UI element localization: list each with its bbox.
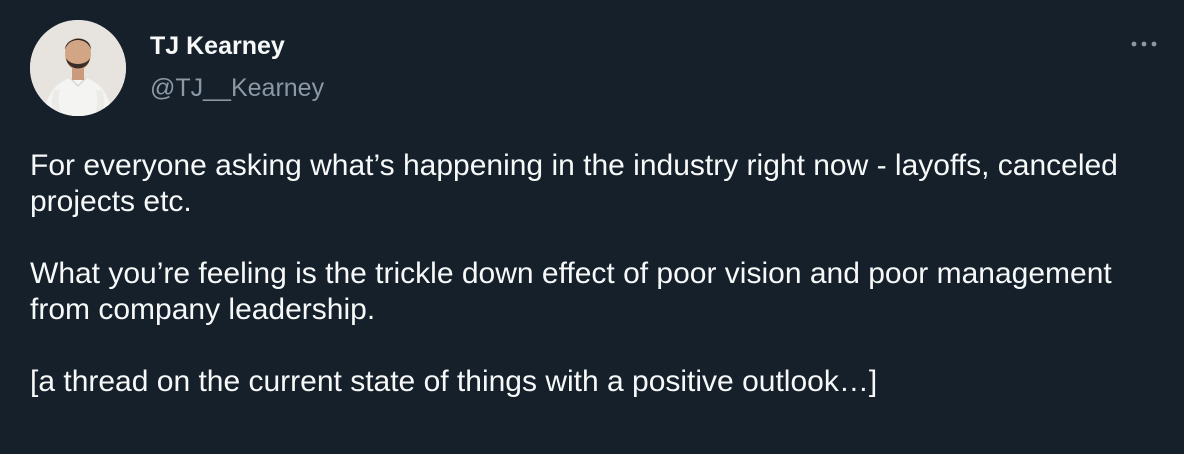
tweet-text: For everyone asking what’s happening in … [30,148,1160,400]
avatar-image [30,20,126,116]
author-display-name[interactable]: TJ Kearney [150,30,324,62]
tweet-paragraph-1: For everyone asking what’s happening in … [30,149,1118,218]
more-options-button[interactable] [1124,32,1164,56]
avatar[interactable] [30,20,126,116]
author-info: TJ Kearney @TJ__Kearney [150,30,324,104]
more-options-ellipsis-icon [1131,41,1157,47]
tweet-paragraph-3: [a thread on the current state of things… [30,365,878,398]
author-handle[interactable]: @TJ__Kearney [150,72,324,104]
tweet-card: TJ Kearney @TJ__Kearney For everyone ask… [0,0,1184,454]
tweet-paragraph-2: What you’re feeling is the trickle down … [30,257,1112,326]
